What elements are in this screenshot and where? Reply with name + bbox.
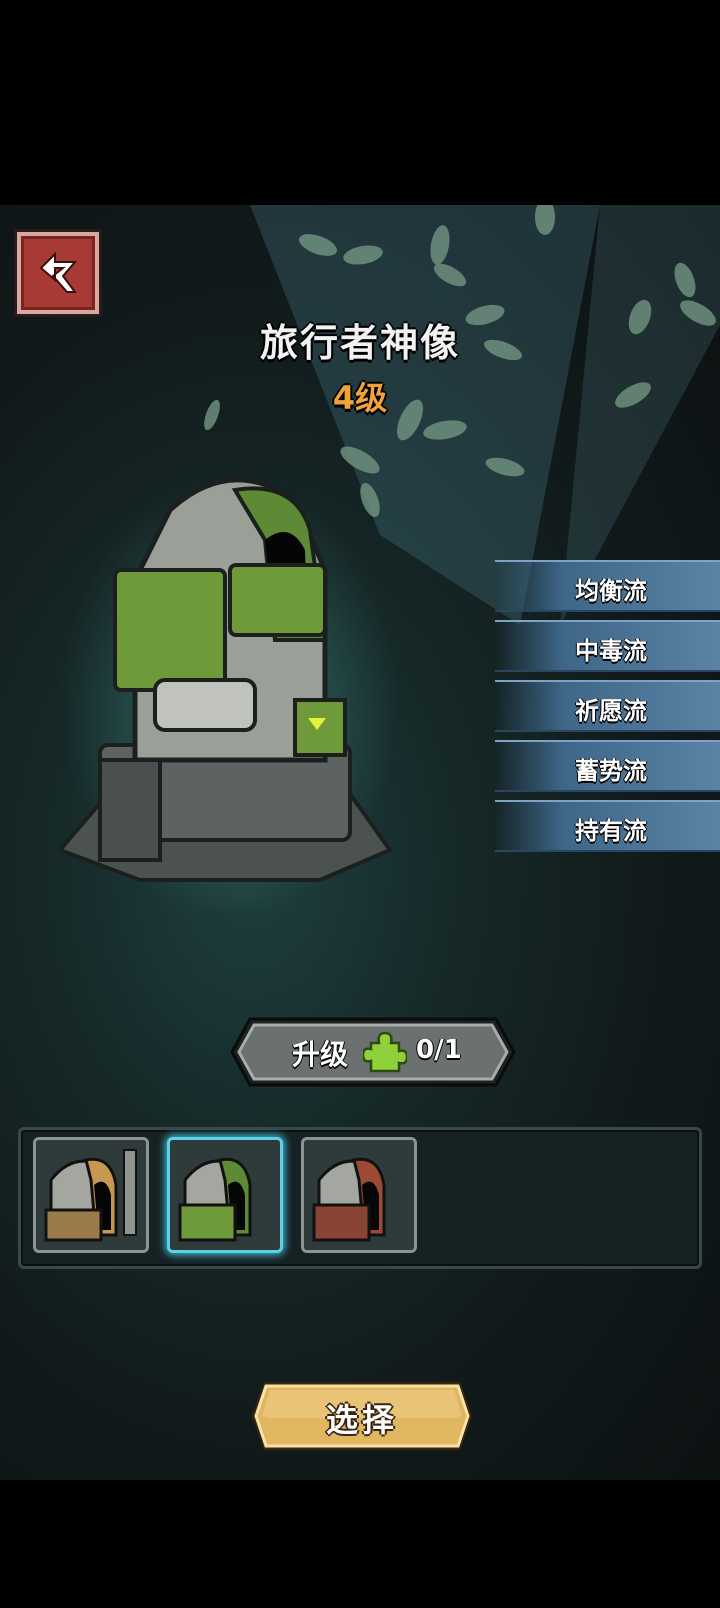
tab-label: 祈愿流 [575,697,647,725]
upgrade-piece-count: 0/1 [416,1035,462,1065]
return-arrow-icon [39,251,78,293]
tab-label: 蓄势流 [575,757,647,785]
select-button[interactable]: 选择 [250,1380,474,1452]
build-style-tabs: 均衡流 中毒流 祈愿流 蓄势流 持有流 [495,560,720,860]
upgrade-button[interactable]: 升级 0/1 [230,1017,516,1087]
skin-slot-golden[interactable] [33,1137,149,1253]
puzzle-piece-icon [363,1031,407,1073]
golden-statue-thumbnail [36,1140,146,1250]
tab-wish[interactable]: 祈愿流 [495,680,720,732]
statue-level: 4级 [332,379,388,417]
statue-title: 旅行者神像 [259,321,460,365]
back-button[interactable] [17,232,99,314]
red-statue-thumbnail [304,1140,414,1250]
tab-label: 均衡流 [575,577,647,605]
skin-slot-red[interactable] [301,1137,417,1253]
tab-balanced[interactable]: 均衡流 [495,560,720,612]
select-button-label: 选择 [325,1401,398,1439]
green-statue-thumbnail [170,1140,280,1250]
tab-label: 中毒流 [575,637,647,665]
tab-charge[interactable]: 蓄势流 [495,740,720,792]
tab-label: 持有流 [575,817,647,845]
tab-holding[interactable]: 持有流 [495,800,720,852]
skin-slot-green[interactable] [167,1137,283,1253]
upgrade-label: 升级 [292,1038,349,1071]
traveler-statue-illustration [60,477,400,910]
tab-poison[interactable]: 中毒流 [495,620,720,672]
